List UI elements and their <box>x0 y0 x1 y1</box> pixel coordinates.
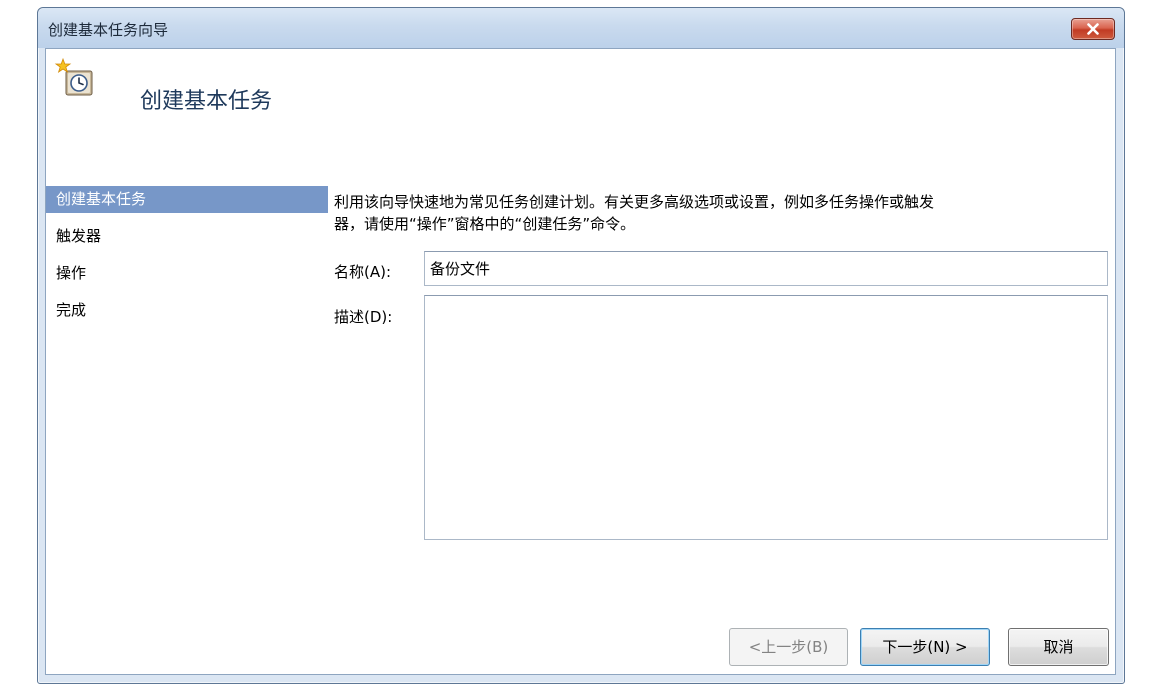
close-icon <box>1087 23 1099 35</box>
name-input[interactable] <box>424 251 1108 286</box>
description-label: 描述(D): <box>334 308 393 326</box>
close-button[interactable] <box>1071 18 1115 40</box>
title-bar[interactable]: 创建基本任务向导 <box>38 8 1124 48</box>
next-button[interactable]: 下一步(N) > <box>860 628 990 666</box>
page-title: 创建基本任务 <box>140 89 273 114</box>
nav-item-action[interactable]: 操作 <box>46 260 328 297</box>
nav-item-finish[interactable]: 完成 <box>46 297 328 334</box>
wizard-client-area: 创建基本任务 创建基本任务 触发器 操作 完成 利用该向导快速地为常见任务创建计… <box>45 48 1116 675</box>
description-line-2: 器，请使用“操作”窗格中的“创建任务”命令。 <box>334 215 636 233</box>
task-scheduler-icon <box>54 57 98 101</box>
back-button[interactable]: <上一步(B) <box>729 628 848 666</box>
name-label: 名称(A): <box>334 263 392 281</box>
wizard-step-nav: 创建基本任务 触发器 操作 完成 <box>46 186 328 334</box>
nav-item-create-basic-task[interactable]: 创建基本任务 <box>46 186 328 213</box>
wizard-description: 利用该向导快速地为常见任务创建计划。有关更多高级选项或设置，例如多任务操作或触发… <box>334 191 1104 235</box>
cancel-button[interactable]: 取消 <box>1008 628 1109 666</box>
description-line-1: 利用该向导快速地为常见任务创建计划。有关更多高级选项或设置，例如多任务操作或触发 <box>334 193 935 211</box>
window-title: 创建基本任务向导 <box>48 21 169 39</box>
description-textarea[interactable] <box>424 295 1108 540</box>
wizard-window: 创建基本任务向导 创建基本任务 创建基本任务 触发器 操作 完成 利用该向导快速 <box>37 7 1125 684</box>
nav-item-trigger[interactable]: 触发器 <box>46 223 328 260</box>
